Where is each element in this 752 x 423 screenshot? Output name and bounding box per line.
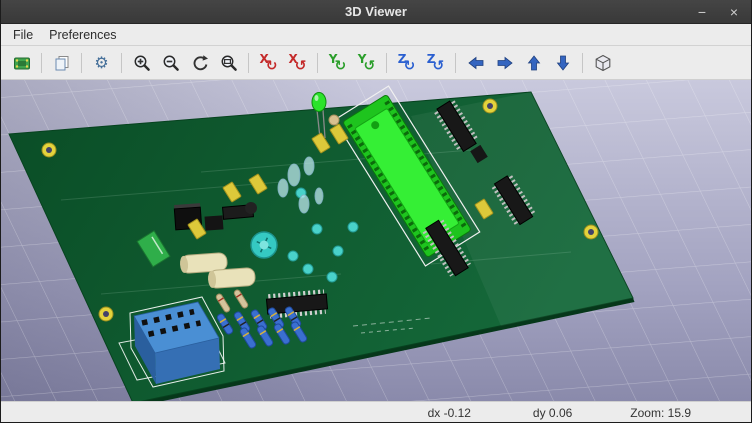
rotate-z-cw-icon: Z ↻ <box>398 56 415 70</box>
cw-arrow-icon: ↻ <box>334 59 346 73</box>
window-title: 3D Viewer <box>1 0 751 23</box>
toolbar-separator <box>248 53 249 73</box>
redraw-icon <box>190 53 210 73</box>
menu-preferences[interactable]: Preferences <box>41 24 124 45</box>
render-options-button[interactable]: ⚙ <box>88 49 115 76</box>
rotate-x-ccw-icon: X ↺ <box>289 56 307 70</box>
3d-viewer-window: 3D Viewer − × File Preferences <box>0 0 752 423</box>
cw-arrow-icon: ↻ <box>266 59 278 73</box>
mounting-hole <box>483 99 497 113</box>
arrow-left-icon <box>466 53 486 73</box>
close-button[interactable]: × <box>725 3 743 21</box>
ccw-arrow-icon: ↺ <box>363 59 375 73</box>
black-component <box>205 215 224 230</box>
rotate-z-ccw-icon: Z ↺ <box>427 56 444 70</box>
copy-image-icon <box>52 53 72 73</box>
rotate-y-cw-button[interactable]: Y ↻ <box>324 49 351 76</box>
toolbar-separator <box>121 53 122 73</box>
rotate-z-cw-button[interactable]: Z ↻ <box>393 49 420 76</box>
orthographic-projection-button[interactable] <box>589 49 616 76</box>
ccw-arrow-icon: ↺ <box>295 59 307 73</box>
toolbar-separator <box>455 53 456 73</box>
move-left-button[interactable] <box>462 49 489 76</box>
toolbar-separator <box>41 53 42 73</box>
move-right-button[interactable] <box>491 49 518 76</box>
toolbar-separator <box>81 53 82 73</box>
rotate-y-cw-icon: Y ↻ <box>329 56 346 70</box>
toolbar-separator <box>386 53 387 73</box>
rotate-y-ccw-icon: Y ↺ <box>358 56 375 70</box>
status-dy: dy 0.06 <box>533 406 572 420</box>
rotate-x-cw-button[interactable]: X ↻ <box>255 49 282 76</box>
cw-arrow-icon: ↻ <box>403 59 415 73</box>
gear-icon: ⚙ <box>94 55 108 71</box>
status-dx: dx -0.12 <box>428 406 471 420</box>
titlebar[interactable]: 3D Viewer − × <box>1 0 751 24</box>
ccw-arrow-icon: ↺ <box>432 59 444 73</box>
window-controls: − × <box>693 0 743 23</box>
reload-board-icon <box>12 53 32 73</box>
toolbar: ⚙ <box>1 46 751 80</box>
arrow-up-icon <box>524 53 544 73</box>
bead-capacitor <box>329 115 339 125</box>
rotate-z-ccw-button[interactable]: Z ↺ <box>422 49 449 76</box>
menu-file[interactable]: File <box>5 24 41 45</box>
status-zoom: Zoom: 15.9 <box>630 406 691 420</box>
statusbar: dx -0.12 dy 0.06 Zoom: 15.9 <box>1 401 751 423</box>
to92-transistor <box>245 202 257 214</box>
rotate-y-ccw-button[interactable]: Y ↺ <box>353 49 380 76</box>
reload-board-button[interactable] <box>8 49 35 76</box>
minimize-button[interactable]: − <box>693 3 711 21</box>
arrow-right-icon <box>495 53 515 73</box>
zoom-to-fit-button[interactable] <box>215 49 242 76</box>
3d-scene <box>1 80 752 401</box>
menubar: File Preferences <box>1 24 751 46</box>
mounting-hole <box>42 143 56 157</box>
move-up-button[interactable] <box>520 49 547 76</box>
zoom-to-fit-icon <box>219 53 239 73</box>
zoom-out-icon <box>161 53 181 73</box>
electrolytic-capacitor <box>207 267 255 288</box>
arrow-down-icon <box>553 53 573 73</box>
trimmer-pot <box>251 232 277 258</box>
rotate-x-cw-icon: X ↻ <box>260 56 278 70</box>
3d-viewport[interactable] <box>1 80 751 401</box>
toolbar-separator <box>317 53 318 73</box>
toolbar-separator <box>582 53 583 73</box>
mounting-hole <box>99 307 113 321</box>
redraw-button[interactable] <box>186 49 213 76</box>
rotate-x-ccw-button[interactable]: X ↺ <box>284 49 311 76</box>
copy-image-button[interactable] <box>48 49 75 76</box>
zoom-in-icon <box>132 53 152 73</box>
zoom-in-button[interactable] <box>128 49 155 76</box>
mounting-hole <box>584 225 598 239</box>
move-down-button[interactable] <box>549 49 576 76</box>
zoom-out-button[interactable] <box>157 49 184 76</box>
cube-icon <box>593 53 613 73</box>
